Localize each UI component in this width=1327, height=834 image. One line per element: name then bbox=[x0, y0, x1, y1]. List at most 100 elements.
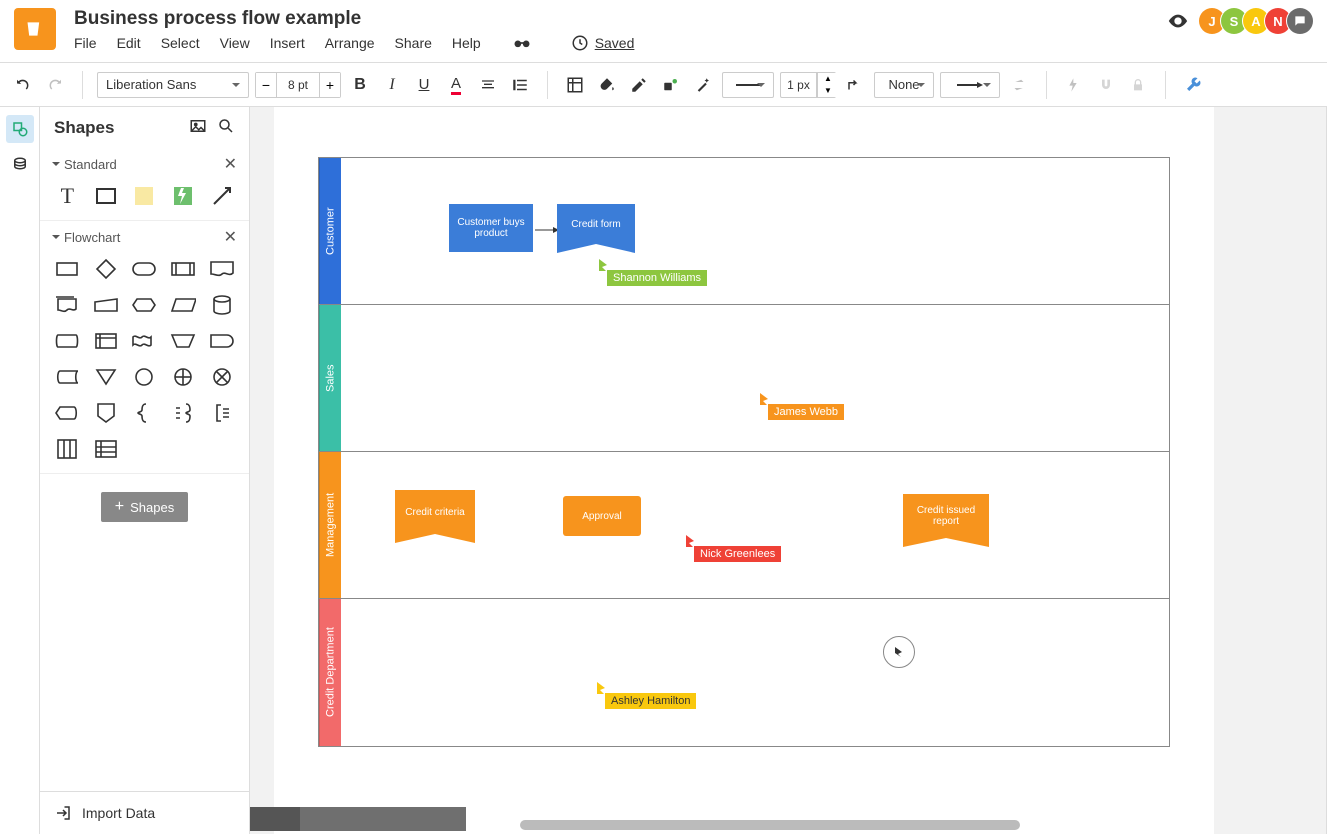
section-standard[interactable]: Standard bbox=[64, 157, 117, 172]
document-title[interactable]: Business process flow example bbox=[74, 8, 634, 30]
menu-help[interactable]: Help bbox=[452, 35, 481, 51]
visibility-icon[interactable] bbox=[1167, 10, 1189, 32]
fc-preparation[interactable] bbox=[129, 291, 160, 319]
lane-label-creditdept[interactable]: Credit Department bbox=[319, 599, 341, 746]
align-icon[interactable] bbox=[475, 72, 501, 98]
shape-customer-buys[interactable]: Customer buys product bbox=[449, 204, 533, 252]
fc-predef[interactable] bbox=[168, 255, 199, 283]
fc-display[interactable] bbox=[52, 399, 83, 427]
fc-offpage[interactable] bbox=[91, 399, 122, 427]
wrench-icon[interactable] bbox=[1180, 72, 1206, 98]
close-icon[interactable]: ✕ bbox=[224, 227, 237, 247]
fc-swimv[interactable] bbox=[52, 435, 83, 463]
fc-sumjunc[interactable] bbox=[206, 363, 237, 391]
redo-icon[interactable] bbox=[42, 72, 68, 98]
rect-shape[interactable] bbox=[91, 182, 122, 210]
lane-label-sales[interactable]: Sales bbox=[319, 305, 341, 451]
comment-icon[interactable] bbox=[1287, 8, 1313, 34]
menu-share[interactable]: Share bbox=[395, 35, 432, 51]
binoculars-icon[interactable] bbox=[511, 32, 533, 54]
canvas[interactable]: Customer Customer buys product Credit fo… bbox=[250, 107, 1327, 834]
underline-icon[interactable]: U bbox=[411, 72, 437, 98]
font-size-decrease[interactable]: − bbox=[256, 73, 276, 97]
fc-process[interactable] bbox=[52, 255, 83, 283]
menu-file[interactable]: File bbox=[74, 35, 97, 51]
font-size-increase[interactable]: + bbox=[320, 73, 340, 97]
fc-bracel[interactable] bbox=[168, 399, 199, 427]
section-flowchart[interactable]: Flowchart bbox=[64, 230, 120, 245]
fc-manualinput[interactable] bbox=[91, 291, 122, 319]
indent-icon[interactable] bbox=[507, 72, 533, 98]
fc-terminator[interactable] bbox=[129, 255, 160, 283]
fc-data[interactable] bbox=[168, 291, 199, 319]
page[interactable]: Customer Customer buys product Credit fo… bbox=[274, 107, 1214, 834]
fc-connector[interactable] bbox=[129, 363, 160, 391]
fc-swimh[interactable] bbox=[91, 435, 122, 463]
shapes-tab[interactable] bbox=[6, 115, 34, 143]
menu-arrange[interactable]: Arrange bbox=[325, 35, 375, 51]
saved-status[interactable]: Saved bbox=[571, 34, 635, 52]
fc-bracer[interactable] bbox=[129, 399, 160, 427]
font-family-select[interactable]: Liberation Sans bbox=[97, 72, 249, 98]
fc-storeddata[interactable] bbox=[52, 363, 83, 391]
logo[interactable] bbox=[14, 8, 56, 50]
block-shape[interactable] bbox=[168, 182, 199, 210]
bolt-icon[interactable] bbox=[1061, 72, 1087, 98]
fc-manualop[interactable] bbox=[168, 327, 199, 355]
line-bend-icon[interactable] bbox=[842, 72, 868, 98]
fc-delay[interactable] bbox=[206, 327, 237, 355]
shape-approval[interactable]: Approval bbox=[563, 496, 641, 536]
container-icon[interactable] bbox=[562, 72, 588, 98]
lane-label-management[interactable]: Management bbox=[319, 452, 341, 598]
menu-view[interactable]: View bbox=[220, 35, 250, 51]
line-width-down[interactable]: ▼ bbox=[818, 85, 838, 97]
fc-tape[interactable] bbox=[129, 327, 160, 355]
magnet-icon[interactable] bbox=[1093, 72, 1119, 98]
fc-or[interactable] bbox=[168, 363, 199, 391]
search-icon[interactable] bbox=[217, 117, 235, 138]
undo-icon[interactable] bbox=[10, 72, 36, 98]
swimlane-container[interactable]: Customer Customer buys product Credit fo… bbox=[318, 157, 1170, 747]
shapes-add-button[interactable]: +Shapes bbox=[101, 492, 188, 522]
connector-circle[interactable] bbox=[883, 636, 915, 668]
text-shape[interactable]: T bbox=[52, 182, 83, 210]
font-size-value[interactable]: 8 pt bbox=[276, 73, 320, 97]
text-color-icon[interactable]: A bbox=[443, 72, 469, 98]
import-data[interactable]: Import Data bbox=[40, 791, 249, 834]
shape-credit-criteria[interactable]: Credit criteria bbox=[395, 490, 475, 534]
fc-note[interactable] bbox=[206, 399, 237, 427]
lane-label-customer[interactable]: Customer bbox=[319, 158, 341, 304]
line-start-select[interactable]: None bbox=[874, 72, 934, 98]
fc-directdata[interactable] bbox=[52, 327, 83, 355]
arrow-shape[interactable] bbox=[206, 182, 237, 210]
data-tab[interactable] bbox=[6, 151, 34, 179]
image-icon[interactable] bbox=[189, 117, 207, 138]
italic-icon[interactable]: I bbox=[379, 72, 405, 98]
saved-label: Saved bbox=[595, 35, 635, 51]
swap-arrow-icon[interactable] bbox=[1006, 72, 1032, 98]
shape-credit-form[interactable]: Credit form bbox=[557, 204, 635, 244]
fc-merge[interactable] bbox=[91, 363, 122, 391]
link-shape-icon[interactable] bbox=[658, 72, 684, 98]
bold-icon[interactable]: B bbox=[347, 72, 373, 98]
shape-credit-issued[interactable]: Credit issued report bbox=[903, 494, 989, 538]
fc-internalstorage[interactable] bbox=[91, 327, 122, 355]
note-shape[interactable] bbox=[129, 182, 160, 210]
menu-insert[interactable]: Insert bbox=[270, 35, 305, 51]
menu-edit[interactable]: Edit bbox=[117, 35, 141, 51]
fc-doc[interactable] bbox=[206, 255, 237, 283]
lock-icon[interactable] bbox=[1125, 72, 1151, 98]
line-style-select[interactable] bbox=[722, 72, 774, 98]
magic-icon[interactable] bbox=[690, 72, 716, 98]
horizontal-scrollbar[interactable] bbox=[250, 820, 1306, 830]
fc-database[interactable] bbox=[206, 291, 237, 319]
fc-multidoc[interactable] bbox=[52, 291, 83, 319]
fc-decision[interactable] bbox=[91, 255, 122, 283]
line-width-up[interactable]: ▲ bbox=[818, 73, 838, 85]
line-end-select[interactable] bbox=[940, 72, 1000, 98]
close-icon[interactable]: ✕ bbox=[224, 154, 237, 174]
border-color-icon[interactable] bbox=[626, 72, 652, 98]
line-width-value[interactable]: 1 px bbox=[781, 73, 817, 97]
fill-icon[interactable] bbox=[594, 72, 620, 98]
menu-select[interactable]: Select bbox=[161, 35, 200, 51]
